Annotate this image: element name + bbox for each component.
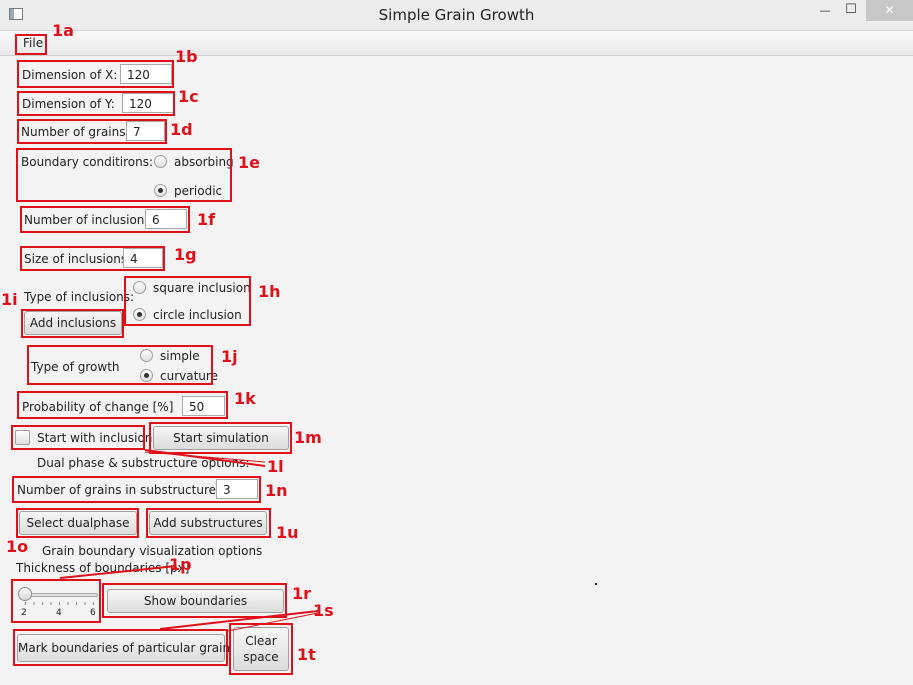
connector-1p	[59, 565, 177, 579]
annotation-1i: 1i	[1, 290, 18, 309]
annotation-1h: 1h	[258, 282, 281, 301]
annotation-1d: 1d	[170, 120, 193, 139]
annotation-1b: 1b	[175, 47, 198, 66]
annotation-1o: 1o	[6, 537, 29, 556]
connector-1l	[144, 449, 266, 467]
annotation-1k: 1k	[234, 389, 256, 408]
annotation-1e: 1e	[238, 153, 260, 172]
annotation-1p: 1p	[169, 555, 192, 574]
annotation-1n: 1n	[265, 481, 288, 500]
annotation-1t: 1t	[297, 645, 316, 664]
annotation-1s: 1s	[313, 601, 334, 620]
annotation-1l: 1l	[267, 457, 284, 476]
annotation-1a: 1a	[52, 21, 74, 40]
annotation-1g: 1g	[174, 245, 197, 264]
connector-1s	[159, 610, 319, 630]
annotation-1m: 1m	[294, 428, 322, 447]
annotation-1c: 1c	[178, 87, 199, 106]
annotation-1f: 1f	[197, 210, 216, 229]
annotation-connectors	[59, 449, 319, 632]
annotation-1j: 1j	[221, 347, 238, 366]
annotation-1u: 1u	[276, 523, 299, 542]
connector-1l-b	[144, 451, 266, 463]
annotation-1r: 1r	[292, 584, 312, 603]
